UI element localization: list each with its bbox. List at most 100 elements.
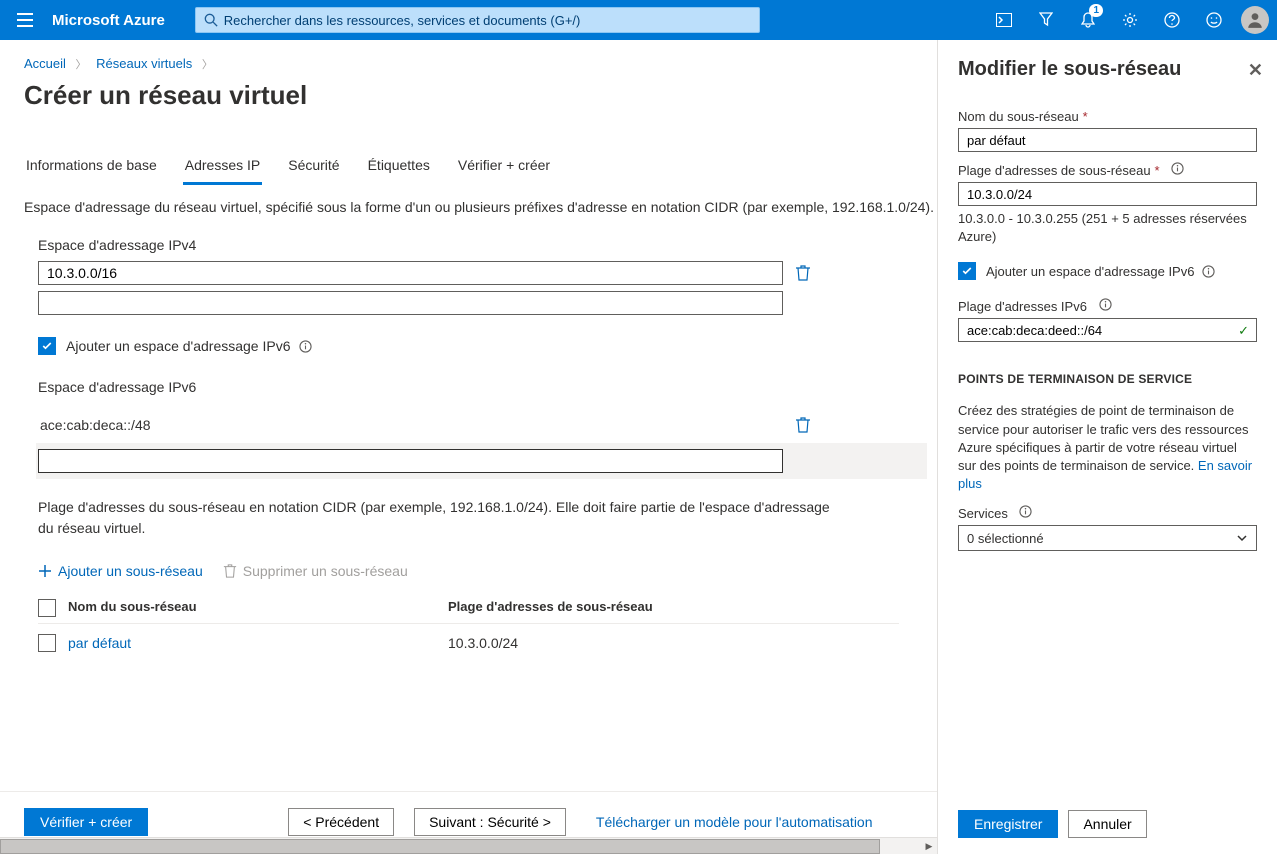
select-all-checkbox[interactable] <box>38 599 56 617</box>
chevron-right-icon: 〉 <box>196 59 219 71</box>
top-bar: Microsoft Azure Rechercher dans les ress… <box>0 0 1277 40</box>
scroll-thumb[interactable] <box>0 839 880 854</box>
info-icon[interactable] <box>1099 298 1112 311</box>
blade-footer: Enregistrer Annuler <box>958 810 1257 838</box>
tab-review[interactable]: Vérifier + créer <box>456 157 552 185</box>
ipv4-label: Espace d'adressage IPv4 <box>38 237 913 253</box>
blade-ipv6-input[interactable] <box>958 318 1257 342</box>
blade-title: Modifier le sous-réseau ✕ <box>938 40 1277 89</box>
col-name-header: Nom du sous-réseau <box>68 599 448 617</box>
subnet-range-input[interactable] <box>958 182 1257 206</box>
subnet-range-label: Plage d'adresses de sous-réseau* <box>958 162 1257 178</box>
blade-add-ipv6-label: Ajouter un espace d'adressage IPv6 <box>986 264 1194 279</box>
scroll-right-icon[interactable]: ▶ <box>921 839 937 854</box>
previous-button[interactable]: < Précédent <box>288 808 394 836</box>
cloud-shell-icon <box>996 13 1012 27</box>
tab-basic[interactable]: Informations de base <box>24 157 159 185</box>
help-button[interactable] <box>1151 0 1193 40</box>
ipv6-block: Espace d'adressage IPv6 ace:cab:deca::/4… <box>38 379 913 479</box>
valid-check-icon: ✓ <box>1238 323 1249 339</box>
help-icon <box>1164 12 1180 28</box>
download-template-link[interactable]: Télécharger un modèle pour l'automatisat… <box>596 814 873 830</box>
chevron-right-icon: 〉 <box>70 59 93 71</box>
edit-subnet-blade: Modifier le sous-réseau ✕ Nom du sous-ré… <box>937 40 1277 854</box>
chevron-down-icon <box>1236 532 1248 544</box>
row-checkbox[interactable] <box>38 634 56 652</box>
menu-toggle[interactable] <box>8 0 42 40</box>
tab-content: Espace d'adressage du réseau virtuel, sp… <box>0 185 937 684</box>
hamburger-icon <box>17 13 33 27</box>
account-avatar[interactable] <box>1241 6 1269 34</box>
add-ipv6-row: Ajouter un espace d'adressage IPv6 <box>38 337 899 355</box>
next-button[interactable]: Suivant : Sécurité > <box>414 808 566 836</box>
cloud-shell-button[interactable] <box>983 0 1025 40</box>
ipv4-input-0[interactable] <box>38 261 783 285</box>
delete-ipv4-0[interactable] <box>795 265 811 281</box>
subnet-name-link[interactable]: par défaut <box>68 635 131 651</box>
ipv4-input-1[interactable] <box>38 291 783 315</box>
subnet-description: Plage d'adresses du sous-réseau en notat… <box>38 497 838 539</box>
tab-bar: Informations de base Adresses IP Sécurit… <box>0 119 937 185</box>
remove-subnet-button: Supprimer un sous-réseau <box>223 563 408 579</box>
notification-badge: 1 <box>1089 4 1103 17</box>
remove-subnet-label: Supprimer un sous-réseau <box>243 563 408 579</box>
breadcrumb: Accueil 〉 Réseaux virtuels 〉 <box>0 40 937 80</box>
address-space-description: Espace d'adressage du réseau virtuel, sp… <box>24 199 913 215</box>
table-row: par défaut 10.3.0.0/24 <box>38 624 899 662</box>
subnet-table: Nom du sous-réseau Plage d'adresses de s… <box>38 593 899 662</box>
settings-button[interactable] <box>1109 0 1151 40</box>
add-ipv6-checkbox[interactable] <box>38 337 56 355</box>
search-placeholder: Rechercher dans les ressources, services… <box>224 13 581 28</box>
ipv6-label: Espace d'adressage IPv6 <box>38 379 913 395</box>
services-dropdown[interactable]: 0 sélectionné <box>958 525 1257 551</box>
info-icon[interactable] <box>299 340 312 353</box>
review-create-button[interactable]: Vérifier + créer <box>24 808 148 836</box>
services-selected-value: 0 sélectionné <box>967 531 1044 546</box>
save-button[interactable]: Enregistrer <box>958 810 1058 838</box>
trash-icon <box>223 564 237 578</box>
ipv6-input-1[interactable] <box>38 449 783 473</box>
person-icon <box>1246 11 1264 29</box>
info-icon[interactable] <box>1171 162 1184 175</box>
info-icon[interactable] <box>1019 505 1032 518</box>
check-icon <box>41 340 53 352</box>
global-search[interactable]: Rechercher dans les ressources, services… <box>195 7 760 33</box>
info-icon[interactable] <box>1202 265 1215 278</box>
services-label: Services <box>958 505 1257 521</box>
feedback-button[interactable] <box>1193 0 1235 40</box>
subnet-range-cell: 10.3.0.0/24 <box>448 635 899 651</box>
horizontal-scrollbar[interactable]: ◀ ▶ <box>0 837 937 854</box>
tab-ip[interactable]: Adresses IP <box>183 157 262 185</box>
cancel-button[interactable]: Annuler <box>1068 810 1146 838</box>
subnet-name-input[interactable] <box>958 128 1257 152</box>
delete-ipv6-0[interactable] <box>795 417 811 433</box>
subnet-actions: Ajouter un sous-réseau Supprimer un sous… <box>38 563 899 579</box>
brand-label: Microsoft Azure <box>52 12 165 29</box>
directory-filter-button[interactable] <box>1025 0 1067 40</box>
tab-security[interactable]: Sécurité <box>286 157 341 185</box>
blade-add-ipv6-row: Ajouter un espace d'adressage IPv6 <box>958 262 1257 280</box>
breadcrumb-home[interactable]: Accueil <box>24 56 66 71</box>
add-subnet-button[interactable]: Ajouter un sous-réseau <box>38 563 203 579</box>
blade-add-ipv6-checkbox[interactable] <box>958 262 976 280</box>
service-endpoints-desc: Créez des stratégies de point de termina… <box>958 402 1257 493</box>
subnet-name-label: Nom du sous-réseau* <box>958 109 1257 124</box>
trash-icon <box>795 265 811 281</box>
plus-icon <box>38 564 52 578</box>
add-ipv6-label: Ajouter un espace d'adressage IPv6 <box>66 338 291 354</box>
service-endpoints-header: POINTS DE TERMINAISON DE SERVICE <box>958 372 1257 386</box>
tab-tags[interactable]: Étiquettes <box>366 157 432 185</box>
page-title: Créer un réseau virtuel <box>0 80 937 119</box>
smiley-icon <box>1206 12 1222 28</box>
filter-icon <box>1039 12 1053 28</box>
check-icon <box>961 265 973 277</box>
breadcrumb-vnets[interactable]: Réseaux virtuels <box>96 56 192 71</box>
add-subnet-label: Ajouter un sous-réseau <box>58 563 203 579</box>
trash-icon <box>795 417 811 433</box>
notifications-button[interactable]: 1 <box>1067 0 1109 40</box>
blade-body: Nom du sous-réseau* Plage d'adresses de … <box>938 89 1277 571</box>
gear-icon <box>1122 12 1138 28</box>
close-blade-button[interactable]: ✕ <box>1248 60 1263 81</box>
wizard-footer: Vérifier + créer < Précédent Suivant : S… <box>0 791 937 836</box>
top-right-group: 1 <box>983 0 1269 40</box>
